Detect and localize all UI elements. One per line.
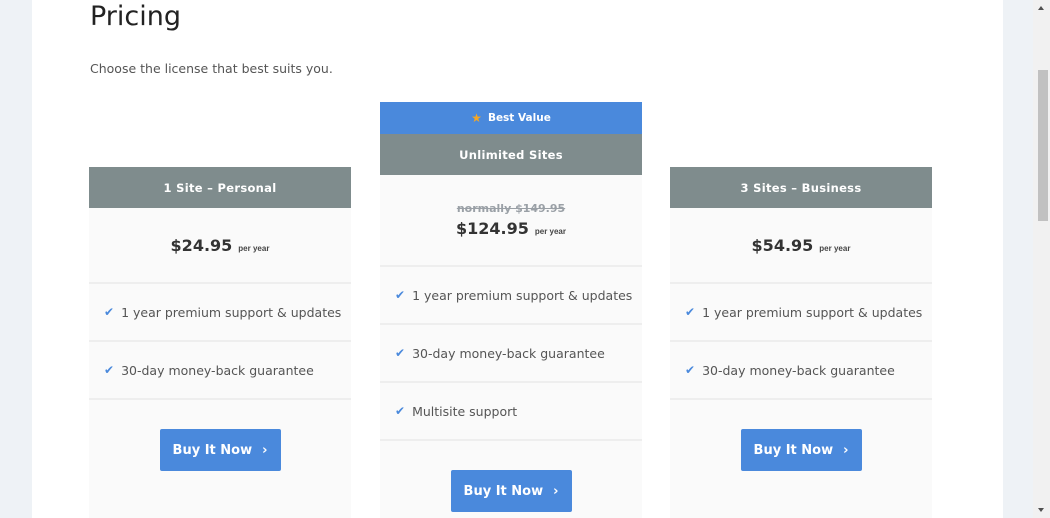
price-block: $24.95 per year <box>89 208 351 284</box>
feature-item: ✔ 1 year premium support & updates <box>89 284 351 342</box>
page-subtitle: Choose the license that best suits you. <box>90 61 333 76</box>
buy-now-button-personal[interactable]: Buy It Now › <box>159 429 281 471</box>
chevron-right-icon: › <box>843 442 849 458</box>
scroll-down-arrow-icon[interactable] <box>1038 508 1044 512</box>
check-icon: ✔ <box>685 305 696 319</box>
feature-item: ✔ 30-day money-back guarantee <box>89 342 351 400</box>
badge-label: Best Value <box>487 112 551 124</box>
feature-item: ✔ Multisite support <box>380 383 642 441</box>
feature-label: 30-day money-back guarantee <box>702 362 895 378</box>
feature-item: ✔ 1 year premium support & updates <box>670 284 932 342</box>
feature-label: 1 year premium support & updates <box>121 304 342 320</box>
scroll-up-arrow-icon[interactable] <box>1038 6 1044 10</box>
feature-label: 30-day money-back guarantee <box>412 345 605 361</box>
buy-now-button-business[interactable]: Buy It Now › <box>740 429 862 471</box>
vertical-scrollbar[interactable] <box>1033 0 1050 518</box>
feature-label: Multisite support <box>412 403 518 419</box>
plan-price: $24.95 <box>170 235 233 255</box>
plan-card-personal: 1 Site – Personal $24.95 per year ✔ 1 ye… <box>89 167 351 518</box>
page-title: Pricing <box>90 1 182 32</box>
star-icon: ★ <box>471 111 482 125</box>
pricing-page: Pricing Choose the license that best sui… <box>32 0 1003 518</box>
plan-period: per year <box>819 243 851 253</box>
original-price: normally $149.95 <box>456 202 566 215</box>
plan-period: per year <box>534 227 566 236</box>
buy-now-button-unlimited[interactable]: Buy It Now › <box>450 470 572 512</box>
plan-period: per year <box>238 243 270 253</box>
plan-card-unlimited: ★ Best Value Unlimited Sites normally $1… <box>380 102 642 518</box>
check-icon: ✔ <box>395 404 406 418</box>
check-icon: ✔ <box>395 288 406 302</box>
plan-name: 3 Sites – Business <box>670 167 932 208</box>
scrollbar-thumb[interactable] <box>1038 70 1048 221</box>
plan-card-business: 3 Sites – Business $54.95 per year ✔ 1 y… <box>670 167 932 518</box>
chevron-right-icon: › <box>262 442 268 458</box>
price-block: normally $149.95 $124.95 per year <box>380 175 642 267</box>
chevron-right-icon: › <box>553 483 559 499</box>
button-label: Buy It Now <box>463 483 544 499</box>
price-block: $54.95 per year <box>670 208 932 284</box>
check-icon: ✔ <box>685 363 696 377</box>
check-icon: ✔ <box>395 346 406 360</box>
button-label: Buy It Now <box>753 442 834 458</box>
plan-name: 1 Site – Personal <box>89 167 351 208</box>
check-icon: ✔ <box>104 305 115 319</box>
check-icon: ✔ <box>104 363 115 377</box>
plan-price: $54.95 <box>751 235 814 255</box>
feature-label: 30-day money-back guarantee <box>121 362 314 378</box>
best-value-badge: ★ Best Value <box>380 102 642 134</box>
plan-price: $124.95 <box>455 219 529 238</box>
feature-item: ✔ 30-day money-back guarantee <box>380 325 642 383</box>
button-label: Buy It Now <box>172 442 253 458</box>
plan-name: Unlimited Sites <box>380 134 642 175</box>
feature-item: ✔ 1 year premium support & updates <box>380 267 642 325</box>
feature-item: ✔ 30-day money-back guarantee <box>670 342 932 400</box>
feature-label: 1 year premium support & updates <box>702 304 923 320</box>
feature-label: 1 year premium support & updates <box>412 287 633 303</box>
